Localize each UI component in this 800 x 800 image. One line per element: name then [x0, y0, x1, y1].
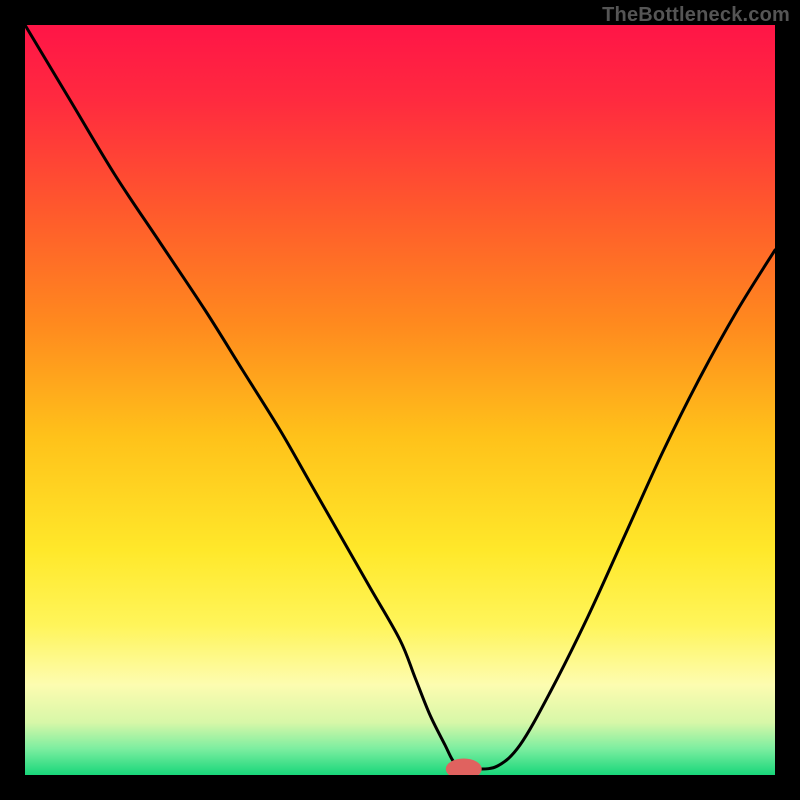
chart-frame: TheBottleneck.com: [0, 0, 800, 800]
bottleneck-curve: [25, 25, 775, 769]
plot-area: [25, 25, 775, 775]
optimal-marker: [446, 759, 482, 776]
curve-layer: [25, 25, 775, 775]
watermark-text: TheBottleneck.com: [602, 4, 790, 27]
